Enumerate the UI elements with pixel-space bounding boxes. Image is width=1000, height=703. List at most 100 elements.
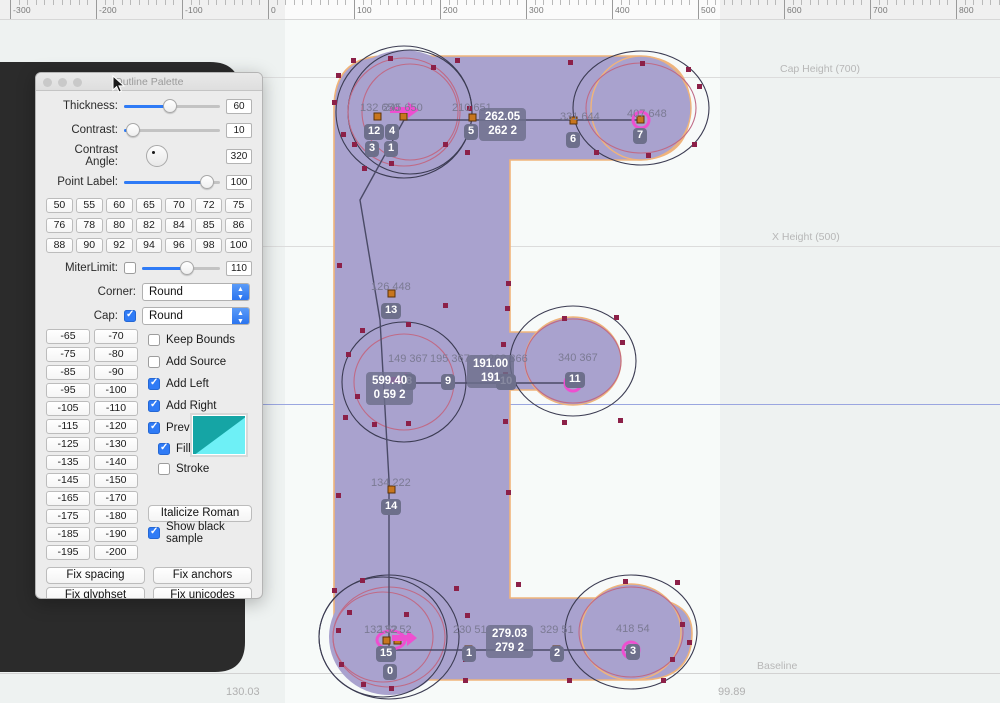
- node-label-1b[interactable]: 1: [384, 141, 399, 157]
- node-label-3[interactable]: 3: [626, 644, 641, 660]
- preset-n130[interactable]: -130: [94, 437, 138, 452]
- preset-n165[interactable]: -165: [46, 491, 90, 506]
- show-black-sample-checkbox[interactable]: [148, 526, 160, 539]
- fix-unicodes-button[interactable]: Fix unicodes: [153, 587, 252, 598]
- node-label-0[interactable]: 0: [383, 664, 398, 680]
- add-source-checkbox[interactable]: [148, 356, 160, 368]
- contrast-value[interactable]: 10: [226, 122, 252, 138]
- fill-checkbox[interactable]: [158, 442, 170, 455]
- preset-n110[interactable]: -110: [94, 401, 138, 416]
- add-left-row[interactable]: Add Left: [148, 373, 252, 395]
- preset-n95[interactable]: -95: [46, 383, 90, 398]
- preset-n190[interactable]: -190: [94, 527, 138, 542]
- preset-n85[interactable]: -85: [46, 365, 90, 380]
- node-label-3b[interactable]: 3: [365, 141, 380, 157]
- point-label-knob[interactable]: [199, 175, 214, 189]
- preset-65[interactable]: 65: [135, 198, 163, 213]
- node-label-2[interactable]: 2: [550, 646, 565, 662]
- chevron-updown-icon[interactable]: ▲ ▼: [232, 283, 249, 301]
- preset-72[interactable]: 72: [195, 198, 223, 213]
- preset-98[interactable]: 98: [195, 238, 223, 253]
- preset-n150[interactable]: -150: [94, 473, 138, 488]
- node-label-13[interactable]: 13: [381, 303, 402, 319]
- preset-n120[interactable]: -120: [94, 419, 138, 434]
- preset-n90[interactable]: -90: [94, 365, 138, 380]
- fix-anchors-button[interactable]: Fix anchors: [153, 567, 252, 584]
- preset-n75[interactable]: -75: [46, 347, 90, 362]
- preview-checkbox[interactable]: [148, 421, 160, 434]
- node-label-15[interactable]: 15: [376, 646, 397, 662]
- node-label-11[interactable]: 11: [565, 372, 585, 388]
- preset-60[interactable]: 60: [105, 198, 133, 213]
- thickness-slider[interactable]: [124, 99, 220, 113]
- point-label-value[interactable]: 100: [226, 174, 252, 190]
- preset-55[interactable]: 55: [75, 198, 103, 213]
- keep-bounds-checkbox[interactable]: [148, 334, 160, 346]
- preset-n140[interactable]: -140: [94, 455, 138, 470]
- miter-limit-knob[interactable]: [180, 261, 195, 275]
- color-swatch[interactable]: [190, 413, 248, 457]
- node-label-9[interactable]: 9: [441, 374, 456, 390]
- preset-88[interactable]: 88: [46, 238, 73, 253]
- preset-n70[interactable]: -70: [94, 329, 138, 344]
- preset-100[interactable]: 100: [225, 238, 252, 253]
- palette-title-bar[interactable]: Outline Palette: [36, 73, 262, 91]
- keep-bounds-row[interactable]: Keep Bounds: [148, 329, 252, 351]
- node-label-7[interactable]: 7: [633, 128, 648, 144]
- preset-94[interactable]: 94: [135, 238, 163, 253]
- stroke-row[interactable]: Stroke: [158, 459, 252, 479]
- node-label-4[interactable]: 4: [385, 124, 400, 140]
- preset-n65[interactable]: -65: [46, 329, 90, 344]
- chevron-updown-icon[interactable]: ▲ ▼: [232, 307, 249, 325]
- preset-n185[interactable]: -185: [46, 527, 90, 542]
- miter-limit-value[interactable]: 110: [226, 260, 252, 276]
- preset-n170[interactable]: -170: [94, 491, 138, 506]
- node-label-12[interactable]: 12: [364, 124, 385, 140]
- preset-70[interactable]: 70: [165, 198, 193, 213]
- add-right-checkbox[interactable]: [148, 399, 160, 412]
- preset-90[interactable]: 90: [75, 238, 103, 253]
- preset-80[interactable]: 80: [105, 218, 133, 233]
- preset-75[interactable]: 75: [225, 198, 252, 213]
- cap-select[interactable]: Round ▲ ▼: [142, 306, 250, 325]
- preset-n145[interactable]: -145: [46, 473, 90, 488]
- preset-n125[interactable]: -125: [46, 437, 90, 452]
- preset-n105[interactable]: -105: [46, 401, 90, 416]
- add-left-checkbox[interactable]: [148, 377, 160, 390]
- node-label-14[interactable]: 14: [381, 499, 402, 515]
- contrast-knob[interactable]: [125, 123, 140, 137]
- preset-85[interactable]: 85: [195, 218, 223, 233]
- thickness-knob[interactable]: [163, 99, 178, 113]
- node-label-5[interactable]: 5: [464, 124, 479, 140]
- contrast-angle-dial[interactable]: [146, 145, 168, 167]
- preset-84[interactable]: 84: [165, 218, 193, 233]
- preset-n80[interactable]: -80: [94, 347, 138, 362]
- preset-n180[interactable]: -180: [94, 509, 138, 524]
- fix-glyphset-button[interactable]: Fix glyphset: [46, 587, 145, 598]
- preset-n195[interactable]: -195: [46, 545, 90, 560]
- preset-n175[interactable]: -175: [46, 509, 90, 524]
- point-label-slider[interactable]: [124, 175, 220, 189]
- preset-50[interactable]: 50: [46, 198, 73, 213]
- show-black-sample-row[interactable]: Show black sample: [148, 521, 252, 545]
- stroke-checkbox[interactable]: [158, 463, 170, 475]
- preset-92[interactable]: 92: [105, 238, 133, 253]
- horizontal-ruler[interactable]: -300 -200 -100 0 100 200 300 400 500 600 700 800: [0, 0, 1000, 20]
- node-label-1[interactable]: 1: [462, 646, 477, 662]
- italicize-roman-button[interactable]: Italicize Roman: [148, 505, 252, 522]
- preset-82[interactable]: 82: [135, 218, 163, 233]
- miter-limit-slider[interactable]: [142, 261, 220, 275]
- fix-spacing-button[interactable]: Fix spacing: [46, 567, 145, 584]
- contrast-slider[interactable]: [124, 123, 220, 137]
- preset-n200[interactable]: -200: [94, 545, 138, 560]
- cap-checkbox[interactable]: [124, 309, 136, 322]
- corner-select[interactable]: Round ▲ ▼: [142, 282, 250, 301]
- node-label-6[interactable]: 6: [566, 132, 581, 148]
- preset-76[interactable]: 76: [46, 218, 73, 233]
- thickness-value[interactable]: 60: [226, 98, 252, 114]
- preset-n115[interactable]: -115: [46, 419, 90, 434]
- preset-n100[interactable]: -100: [94, 383, 138, 398]
- preset-78[interactable]: 78: [75, 218, 103, 233]
- add-source-row[interactable]: Add Source: [148, 351, 252, 373]
- miter-limit-checkbox[interactable]: [124, 262, 136, 274]
